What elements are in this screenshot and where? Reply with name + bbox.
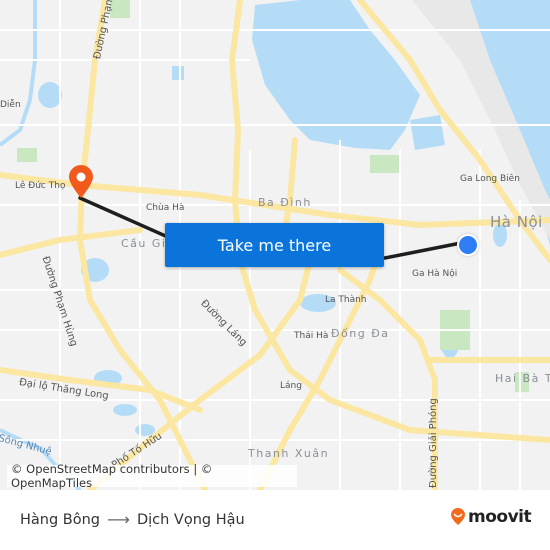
- road-label-giai-phong: Đường Giải Phóng: [428, 398, 439, 488]
- place-label-la-thanh: La Thành: [325, 295, 367, 305]
- destination-dot-icon[interactable]: [457, 234, 479, 256]
- place-label-chua-ha: Chùa Hà: [146, 203, 185, 213]
- place-label-thai-ha: Thái Hà: [294, 331, 329, 341]
- route-title: Hàng Bông ⟶ Dịch Vọng Hậu: [20, 510, 245, 529]
- district-label-ba-dinh: Ba Đình: [258, 196, 312, 209]
- place-label-le-duc-tho: Lê Đức Thọ: [15, 181, 66, 191]
- arrow-right-icon: ⟶: [107, 510, 130, 529]
- origin-name: Hàng Bông: [20, 511, 101, 528]
- district-label-thanh-xuan: Thanh Xuân: [248, 447, 330, 460]
- district-label-hai-ba-trung: Hai Bà Trưng: [495, 372, 550, 385]
- map-view[interactable]: Ba Đình Đống Đa Cầu Giấy Thanh Xuân Hai …: [0, 0, 550, 490]
- destination-name: Dịch Vọng Hậu: [136, 511, 245, 528]
- moovit-logo[interactable]: moovit: [450, 507, 532, 527]
- place-label-ga-long-bien: Ga Long Biên: [460, 174, 520, 184]
- moovit-wordmark: moovit: [468, 507, 532, 527]
- place-label-lang: Láng: [280, 381, 302, 391]
- district-label-dong-da: Đống Đa: [331, 327, 390, 340]
- map-attribution[interactable]: © OpenStreetMap contributors | © OpenMap…: [7, 462, 297, 490]
- place-label-ga-ha-noi: Ga Hà Nội: [412, 269, 458, 279]
- moovit-pin-icon: [451, 508, 465, 525]
- place-label-dien: Diễn: [0, 100, 21, 110]
- origin-pin-icon[interactable]: [68, 165, 94, 204]
- take-me-there-button[interactable]: Take me there: [165, 223, 384, 267]
- footer-bar: Hàng Bông ⟶ Dịch Vọng Hậu moovit: [0, 490, 550, 550]
- city-label-ha-noi: Hà Nội: [490, 213, 543, 231]
